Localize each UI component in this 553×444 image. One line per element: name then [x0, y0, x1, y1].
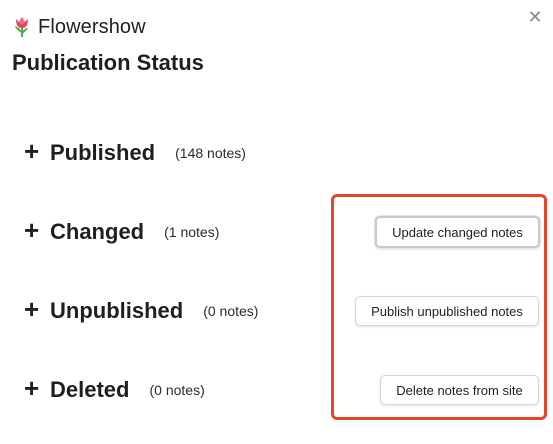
- expand-plus-icon[interactable]: +: [24, 375, 44, 401]
- status-label-deleted: Deleted: [50, 377, 130, 402]
- status-row-deleted[interactable]: + Deleted (0 notes): [24, 375, 205, 405]
- publish-unpublished-notes-button[interactable]: Publish unpublished notes: [355, 296, 539, 326]
- app-header: Flowershow: [12, 13, 146, 41]
- update-changed-notes-button[interactable]: Update changed notes: [375, 216, 540, 248]
- status-row-unpublished[interactable]: + Unpublished (0 notes): [24, 296, 258, 326]
- status-count-deleted: (0 notes): [149, 382, 205, 398]
- expand-plus-icon[interactable]: +: [24, 138, 44, 164]
- delete-notes-from-site-button[interactable]: Delete notes from site: [380, 375, 539, 405]
- status-count-published: (148 notes): [175, 145, 246, 161]
- page-title: Publication Status: [12, 50, 204, 75]
- status-row-published[interactable]: + Published (148 notes): [24, 138, 246, 168]
- app-name: Flowershow: [38, 15, 146, 38]
- expand-plus-icon[interactable]: +: [24, 217, 44, 243]
- status-row-changed[interactable]: + Changed (1 notes): [24, 217, 219, 247]
- tulip-icon: [15, 17, 28, 37]
- status-count-unpublished: (0 notes): [203, 303, 259, 319]
- expand-plus-icon[interactable]: +: [24, 296, 44, 322]
- status-label-unpublished: Unpublished: [50, 298, 184, 323]
- status-label-changed: Changed: [50, 219, 145, 244]
- status-count-changed: (1 notes): [164, 224, 220, 240]
- close-icon[interactable]: ✕: [524, 6, 546, 28]
- status-label-published: Published: [50, 140, 156, 165]
- publication-status-modal: ✕ Flowershow Publication Status + Publis…: [0, 0, 553, 444]
